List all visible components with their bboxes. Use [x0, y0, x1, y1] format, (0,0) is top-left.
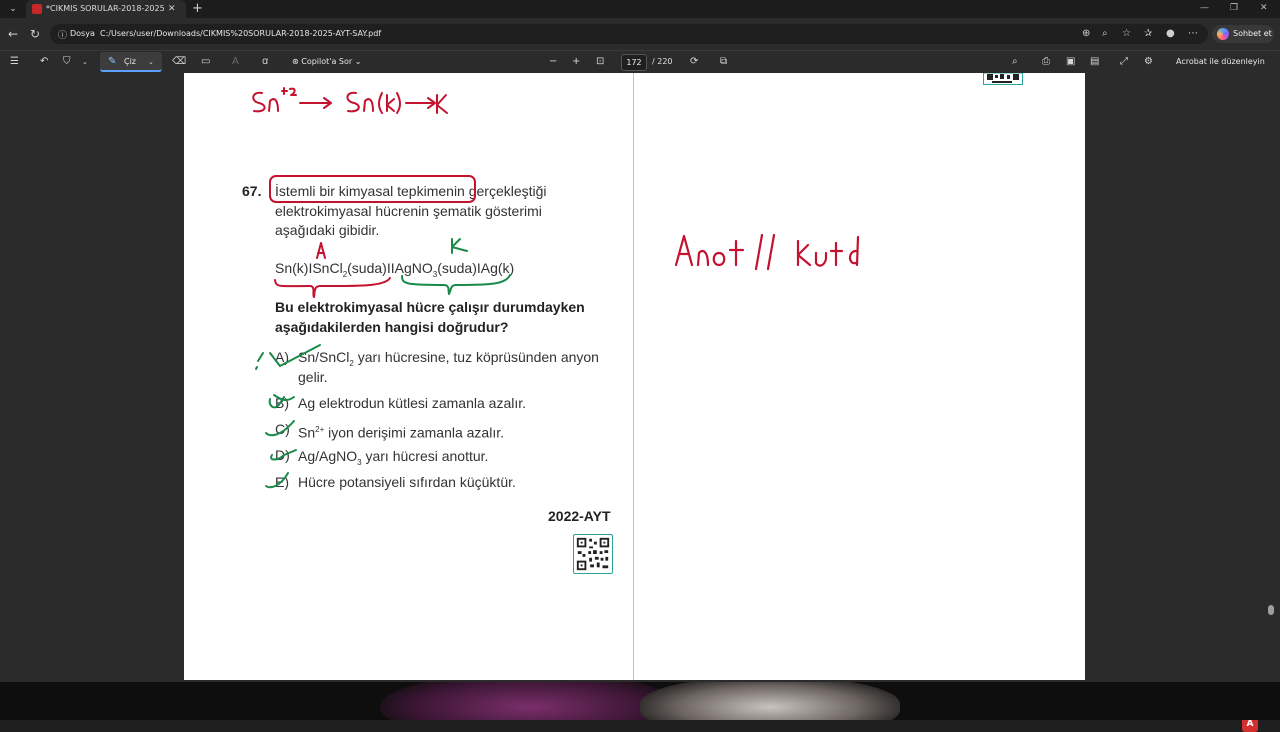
save-as-icon[interactable]: ▤	[1090, 55, 1099, 69]
more-options-icon[interactable]: ⋯	[1188, 28, 1198, 40]
settings-gear-icon[interactable]: ⚙	[1144, 55, 1153, 69]
background-shape	[640, 682, 900, 720]
highlight-dropdown-icon[interactable]: ⌄	[82, 55, 88, 69]
draw-pen-icon: ✎	[108, 56, 117, 67]
option-b-letter: B)	[275, 395, 289, 411]
vertical-scrollbar[interactable]	[1268, 605, 1274, 615]
question-bold-line-1: Bu elektrokimyasal hücre çalışır durumda…	[275, 299, 585, 315]
draw-label: Çiz	[124, 57, 137, 66]
option-d-letter: D)	[275, 447, 290, 463]
anode-bracket	[274, 277, 391, 298]
page-view-icon[interactable]: ⧉	[720, 55, 727, 69]
anot-kutot-ink	[674, 233, 860, 271]
option-c-rest: iyon derişimi zamanla azalır.	[328, 424, 504, 441]
read-aloud-icon[interactable]: ꭤ	[262, 55, 268, 69]
fullscreen-icon[interactable]: ⤢	[1120, 55, 1128, 69]
draw-button[interactable]: ✎ Çiz ⌄	[100, 52, 162, 72]
contents-icon[interactable]: ☰	[10, 55, 19, 69]
text-box-icon[interactable]: ▭	[201, 55, 210, 69]
copilot-icon: ⊛	[292, 57, 302, 66]
highlight-icon[interactable]: ⛉	[63, 55, 71, 69]
top-note-ink	[252, 87, 448, 114]
page-total: / 220	[652, 57, 673, 66]
translate-icon[interactable]: ⊕	[1082, 28, 1090, 40]
option-b-text: Ag elektrodun kütlesi zamanla azalır.	[298, 395, 527, 411]
browser-tab[interactable]: *CIKMIS SORULAR-2018-2025-AY ✕	[26, 0, 186, 18]
print-icon[interactable]: ⎙	[1042, 55, 1050, 69]
option-c-letter: C)	[275, 421, 290, 437]
option-e-text: Hücre potansiyeli sıfırdan küçüktür.	[298, 474, 516, 490]
search-icon[interactable]: ⌕	[1012, 55, 1018, 69]
option-e-letter: E)	[275, 474, 289, 490]
tab-close-icon[interactable]: ✕	[168, 3, 176, 15]
pdf-page: 67. İstemli bir kimyasal tepkimenin gerç…	[184, 73, 1085, 680]
cell-notation: Sn(k)ISnCl2(suda)IIAgNO3(suda)IAg(k)	[275, 260, 515, 279]
chevron-down-icon[interactable]: ⌄	[148, 56, 154, 68]
url-field[interactable]: ⓘ Dosya C:/Users/user/Downloads/CIKMIS%2…	[50, 24, 1208, 44]
question-line-3: aşağıdaki gibidir.	[275, 222, 380, 238]
copilot-logo-icon	[1217, 28, 1229, 40]
back-icon[interactable]: ←	[8, 26, 18, 42]
question-number: 67.	[242, 183, 262, 199]
option-d-rest: yarı hücresi anottur.	[365, 448, 489, 464]
rotate-icon[interactable]: ⟳	[690, 55, 698, 69]
close-window-icon[interactable]: ✕	[1260, 2, 1268, 14]
restore-icon[interactable]: ❐	[1230, 2, 1238, 14]
zoom-out-icon[interactable]: −	[549, 55, 557, 69]
background-shape	[380, 682, 680, 720]
profile-icon[interactable]: ●	[1166, 28, 1175, 40]
zoom-icon[interactable]: ⌕	[1102, 28, 1108, 40]
pdf-viewer[interactable]: 67. İstemli bir kimyasal tepkimenin gerç…	[0, 73, 1280, 732]
exam-year: 2022-AYT	[548, 508, 611, 524]
option-a-letter: A)	[275, 349, 289, 365]
copilot-ask-button[interactable]: ⊛ Copilot'a Sor ⌄	[292, 55, 361, 69]
save-icon[interactable]: ▣	[1066, 55, 1075, 69]
browser-tab-bar: ⌄ *CIKMIS SORULAR-2018-2025-AY ✕ + — ❐ ✕	[0, 0, 1280, 18]
undo-icon[interactable]: ↶	[40, 55, 48, 69]
fit-page-icon[interactable]: ⊡	[596, 55, 604, 69]
copilot-label: Copilot'a Sor	[301, 57, 353, 66]
question-line-1: İstemli bir kimyasal tepkimenin gerçekle…	[275, 183, 547, 199]
info-icon[interactable]: ⓘ	[58, 28, 67, 41]
qr-code-icon	[983, 73, 1023, 85]
tab-actions-menu-icon[interactable]: ⌄	[4, 1, 22, 17]
qr-code-icon	[573, 534, 613, 574]
url-site-label: Dosya	[70, 29, 95, 38]
option-a-text: Sn/SnCl2 yarı hücresine, tuz köprüsünden…	[298, 349, 599, 368]
refresh-icon[interactable]: ↻	[30, 26, 40, 42]
question-bold-line-2: aşağıdakilerden hangisi doğrudur?	[275, 319, 509, 335]
copilot-chat-button[interactable]: Sohbet et	[1212, 25, 1274, 43]
question-line-2: elektrokimyasal hücrenin şematik gösteri…	[275, 203, 542, 219]
address-bar: ← ↻ ⓘ Dosya C:/Users/user/Downloads/CIKM…	[0, 18, 1280, 50]
option-d-text: Ag/AgNO3 yarı hücresi anottur.	[298, 448, 489, 467]
column-divider	[633, 73, 634, 680]
chat-label: Sohbet et	[1233, 29, 1272, 38]
minimize-icon[interactable]: —	[1200, 2, 1209, 14]
acrobat-edit-button[interactable]: Acrobat ile düzenleyin	[1176, 55, 1265, 69]
url-path[interactable]: C:/Users/user/Downloads/CIKMIS%20SORULAR…	[100, 28, 381, 40]
eraser-icon[interactable]: ⌫	[172, 55, 186, 69]
pdf-file-icon	[32, 4, 42, 14]
anode-label-a	[316, 242, 326, 259]
favorite-star-icon[interactable]: ☆	[1122, 28, 1131, 40]
zoom-in-icon[interactable]: +	[572, 55, 580, 69]
new-tab-icon[interactable]: +	[192, 1, 203, 17]
option-a-text-line-2: gelir.	[298, 369, 328, 385]
cathode-label-k	[451, 238, 468, 254]
text-style-icon: A	[232, 56, 239, 67]
webcam-overlay	[0, 682, 1280, 720]
option-c-text: Sn2+ iyon derişimi zamanla azalır.	[298, 424, 504, 441]
tab-title: *CIKMIS SORULAR-2018-2025-AY	[46, 4, 164, 13]
chevron-down-icon: ⌄	[352, 57, 362, 66]
page-number-input[interactable]: 172	[621, 54, 647, 71]
favorites-icon[interactable]: ✰	[1144, 28, 1152, 40]
pdf-toolbar: ☰ ↶ ⛉ ⌄ ✎ Çiz ⌄ ⌫ ▭ A ꭤ ⊛ Copilot'a Sor …	[0, 50, 1280, 73]
